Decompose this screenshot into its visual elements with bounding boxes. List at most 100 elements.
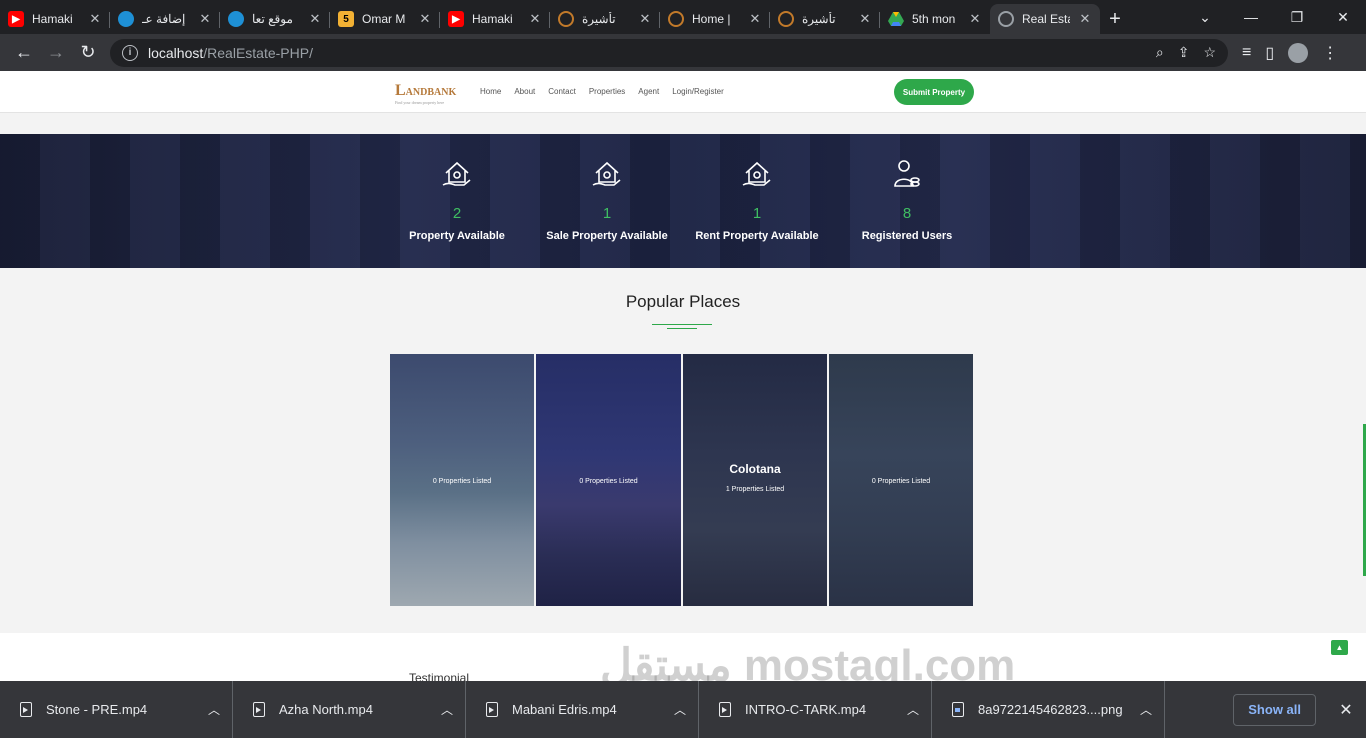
url-host: localhost <box>148 44 204 61</box>
chevron-up-icon[interactable]: ︿ <box>441 701 453 718</box>
tab-8[interactable]: 5th mon ✕ <box>880 4 990 34</box>
nav-properties[interactable]: Properties <box>589 87 625 96</box>
download-name: Stone - PRE.mp4 <box>46 702 148 717</box>
tab-6[interactable]: Home | ✕ <box>660 4 770 34</box>
chevron-up-icon[interactable]: ︿ <box>907 701 919 718</box>
close-icon[interactable]: ✕ <box>308 11 322 27</box>
forward-icon[interactable]: → <box>40 38 72 68</box>
stat-property-available: 2 Property Available <box>382 158 532 242</box>
download-name: Azha North.mp4 <box>279 702 373 717</box>
download-item[interactable]: Azha North.mp4 ︿ <box>233 681 466 738</box>
stat-label: Sale Property Available <box>546 230 668 242</box>
video-file-icon <box>486 702 498 717</box>
tab-7[interactable]: تأشيرة ✕ <box>770 4 880 34</box>
new-tab-button[interactable]: + <box>1100 4 1130 34</box>
place-card[interactable]: 0 Properties Listed <box>829 354 973 606</box>
download-item[interactable]: 8a9722145462823....png ︿ <box>932 681 1165 738</box>
nav-contact[interactable]: Contact <box>548 87 576 96</box>
menu-icon[interactable]: ⋮ <box>1322 43 1338 63</box>
restore-icon[interactable]: ❐ <box>1274 9 1320 26</box>
download-item[interactable]: Mabani Edris.mp4 ︿ <box>466 681 699 738</box>
place-count: 0 Properties Listed <box>432 478 492 485</box>
tab-9-active[interactable]: Real Esta ✕ <box>990 4 1100 34</box>
stat-value: 2 <box>452 205 462 222</box>
media-queue-icon[interactable]: ≡ <box>1242 44 1251 62</box>
close-icon[interactable]: ✕ <box>88 11 102 27</box>
site-logo[interactable]: LANDBANK Find your dream property here <box>395 82 456 105</box>
close-icon[interactable]: ✕ <box>528 11 542 27</box>
page-viewport: LANDBANK Find your dream property here Ho… <box>0 71 1366 681</box>
window-controls: ⌄ — ❐ ✕ <box>1182 0 1366 34</box>
chevron-up-icon[interactable]: ︿ <box>1140 701 1152 718</box>
stat-label: Registered Users <box>861 230 953 242</box>
tab-4[interactable]: ▶ Hamaki ✕ <box>440 4 550 34</box>
download-item[interactable]: Stone - PRE.mp4 ︿ <box>0 681 233 738</box>
ring-icon <box>558 11 574 27</box>
place-card[interactable]: 0 Properties Listed <box>390 354 534 606</box>
close-icon[interactable]: ✕ <box>418 11 432 27</box>
url-path: /RealEstate-PHP/ <box>203 44 313 61</box>
chevron-up-icon[interactable]: ︿ <box>208 701 220 718</box>
site-header: LANDBANK Find your dream property here Ho… <box>0 71 1366 113</box>
ring-icon <box>778 11 794 27</box>
nav-agent[interactable]: Agent <box>638 87 659 96</box>
stat-registered-users: 8 Registered Users <box>832 158 982 242</box>
tab-title: Real Esta <box>1022 12 1070 26</box>
tab-search-icon[interactable]: ⌄ <box>1182 9 1228 26</box>
minimize-icon[interactable]: — <box>1228 9 1274 25</box>
zoom-icon[interactable]: ⌕ <box>1156 44 1164 61</box>
close-icon[interactable]: ✕ <box>638 11 652 27</box>
downloads-bar: Stone - PRE.mp4 ︿ Azha North.mp4 ︿ Mabani … <box>0 681 1366 738</box>
tab-5[interactable]: تأشيرة ✕ <box>550 4 660 34</box>
place-card[interactable]: Colotana 1 Properties Listed <box>683 354 827 606</box>
close-icon[interactable]: ✕ <box>968 11 982 27</box>
chevron-up-icon[interactable]: ︿ <box>674 701 686 718</box>
stat-label: Property Available <box>409 230 505 242</box>
tab-3[interactable]: 5 Omar M ✕ <box>330 4 440 34</box>
place-name: Colotana <box>729 462 781 476</box>
side-panel-icon[interactable]: ▯ <box>1265 43 1274 63</box>
submit-property-button[interactable]: Submit Property <box>894 79 974 105</box>
download-name: INTRO-C-TARK.mp4 <box>745 702 867 717</box>
tab-title: Hamaki <box>32 12 73 26</box>
five-icon: 5 <box>338 11 354 27</box>
nav-about[interactable]: About <box>514 87 535 96</box>
youtube-icon: ▶ <box>8 11 24 27</box>
close-icon[interactable]: ✕ <box>1078 11 1092 27</box>
nav-login-register[interactable]: Login/Register <box>672 87 724 96</box>
close-icon[interactable]: ✕ <box>858 11 872 27</box>
drive-icon <box>888 11 904 27</box>
tab-2[interactable]: موقع تعا ✕ <box>220 4 330 34</box>
close-icon[interactable]: ✕ <box>748 11 762 27</box>
info-icon[interactable]: i <box>122 44 138 61</box>
show-all-button[interactable]: Show all <box>1233 693 1316 726</box>
close-window-icon[interactable]: ✕ <box>1320 9 1366 26</box>
stat-value: 1 <box>752 205 762 222</box>
avatar[interactable] <box>1288 42 1309 63</box>
bookmark-star-icon[interactable]: ☆ <box>1203 44 1216 61</box>
stat-label: Rent Property Available <box>695 230 819 242</box>
tab-title: موقع تعا <box>252 12 293 26</box>
house-hand-icon <box>442 161 471 186</box>
section-title: Popular Places <box>625 292 741 311</box>
close-icon[interactable]: ✕ <box>1326 700 1366 720</box>
reload-icon[interactable]: ↻ <box>72 38 104 68</box>
stat-rent-property: 1 Rent Property Available <box>682 158 832 242</box>
share-icon[interactable]: ⇪ <box>1178 44 1190 61</box>
nav-home[interactable]: Home <box>480 87 501 96</box>
stat-value: 1 <box>602 205 612 222</box>
address-bar[interactable]: i localhost/RealEstate-PHP/ ⌕ ⇪ ☆ <box>110 38 1228 67</box>
tab-0[interactable]: ▶ Hamaki ✕ <box>0 4 110 34</box>
tab-1[interactable]: إضافة عـ ✕ <box>110 4 220 34</box>
title-underline <box>652 324 712 325</box>
download-name: Mabani Edris.mp4 <box>512 702 617 717</box>
tab-title: Home | <box>692 12 731 26</box>
back-to-top-button[interactable]: ▲ <box>1331 640 1348 655</box>
close-icon[interactable]: ✕ <box>198 11 212 27</box>
place-card[interactable]: 0 Properties Listed <box>536 354 681 606</box>
tab-title: تأشيرة <box>582 12 616 26</box>
video-file-icon <box>20 702 32 717</box>
download-item[interactable]: INTRO-C-TARK.mp4 ︿ <box>699 681 932 738</box>
tab-title: Hamaki <box>472 12 513 26</box>
back-icon[interactable]: ← <box>8 38 40 68</box>
